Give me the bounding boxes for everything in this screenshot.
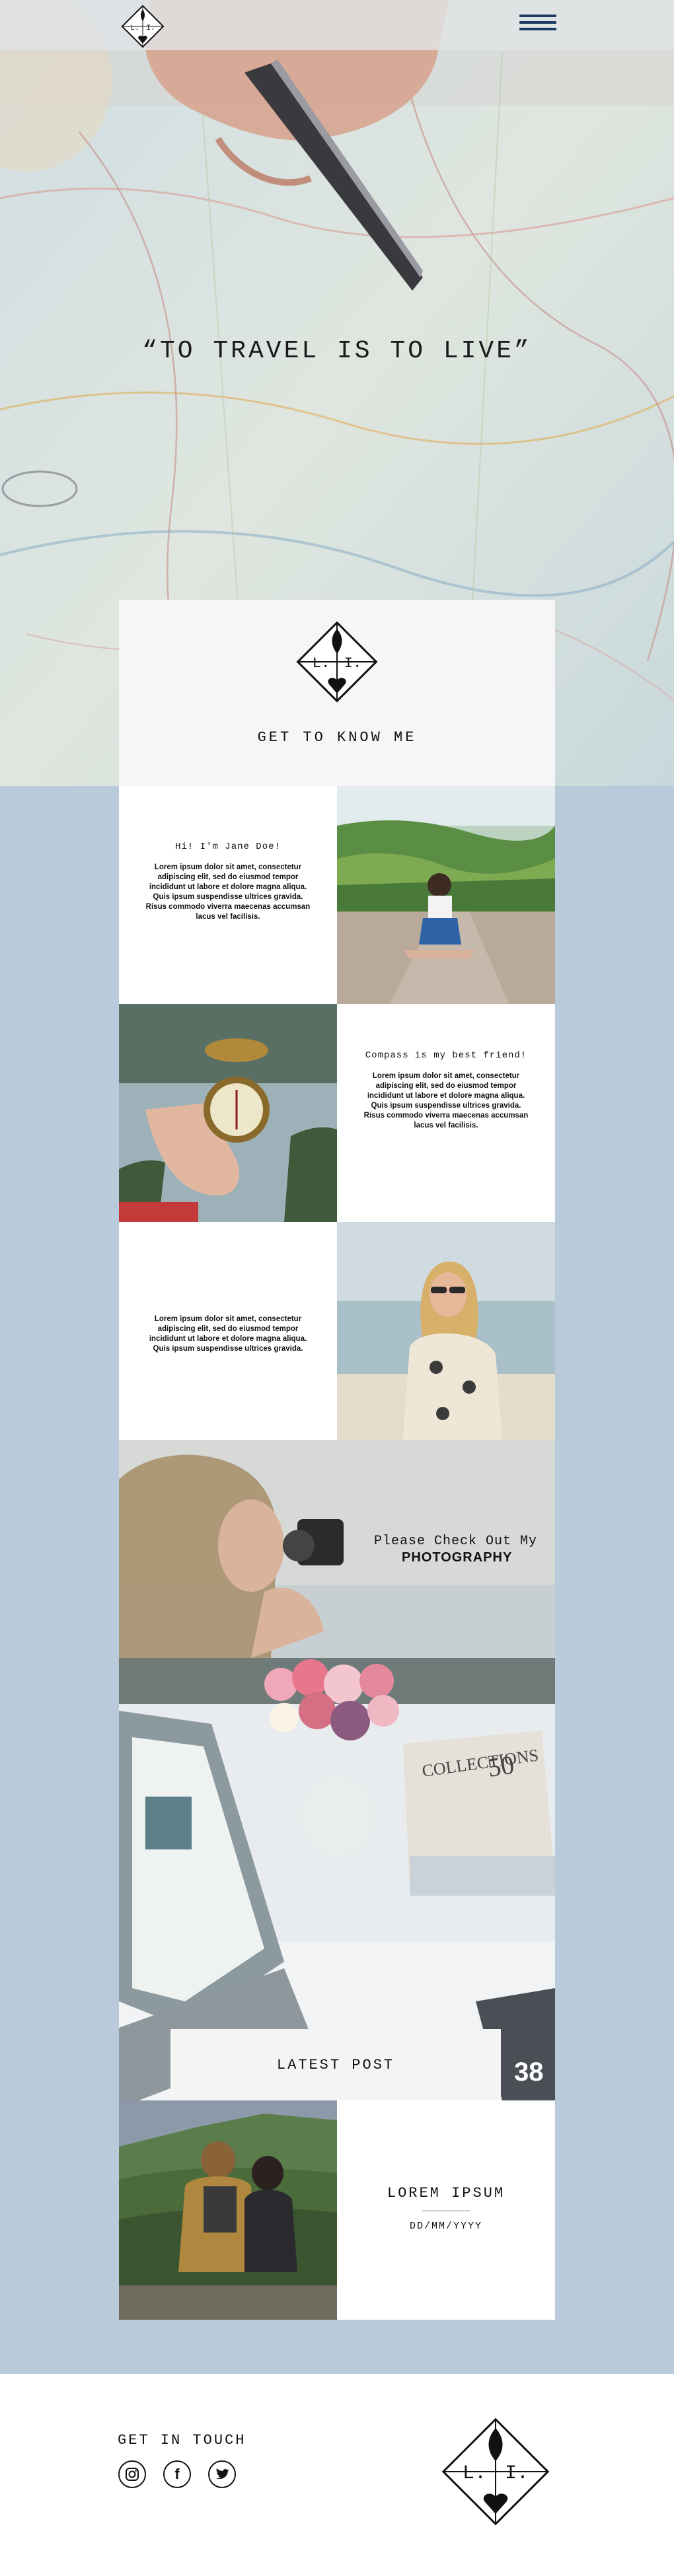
intro-card: L. I. GET TO KNOW ME bbox=[119, 600, 555, 786]
leaf-heart-logo-icon[interactable]: L. I. bbox=[119, 3, 167, 50]
svg-text:L.: L. bbox=[313, 655, 330, 672]
post-divider bbox=[422, 2210, 470, 2211]
photography-label[interactable]: Please Check Out My PHOTOGRAPHY bbox=[374, 1534, 537, 1565]
facebook-glyph: f bbox=[174, 2466, 180, 2482]
about-body-1: Lorem ipsum dolor sit amet, consectetur … bbox=[145, 863, 311, 921]
about-body-2: Lorem ipsum dolor sit amet, consectetur … bbox=[363, 1072, 529, 1129]
svg-text:I.: I. bbox=[146, 24, 155, 32]
about-body-3: Lorem ipsum dolor sit amet, consectetur … bbox=[149, 1315, 307, 1353]
latest-post-info[interactable]: LOREM IPSUM DD/MM/YYYY bbox=[337, 2100, 555, 2320]
about-text-block-1: Hi! I'm Jane Doe! Lorem ipsum dolor sit … bbox=[119, 786, 337, 1004]
photography-line-2: PHOTOGRAPHY bbox=[402, 1550, 513, 1565]
get-in-touch-title: GET IN TOUCH bbox=[118, 2432, 246, 2449]
twitter-icon[interactable] bbox=[207, 2460, 237, 2489]
hamburger-menu-icon[interactable] bbox=[519, 15, 556, 37]
svg-text:L.: L. bbox=[130, 24, 139, 32]
girl-on-road-photo bbox=[337, 786, 555, 1004]
top-navigation-bar: L. I. bbox=[0, 0, 674, 50]
photography-line-1: Please Check Out My bbox=[374, 1534, 538, 1549]
latest-post-button[interactable]: LATEST POST bbox=[170, 2029, 501, 2102]
hero-quote: “TO TRAVEL IS TO LIVE” bbox=[142, 337, 532, 365]
about-text-block-2: Compass is my best friend! Lorem ipsum d… bbox=[337, 1004, 555, 1222]
instagram-icon[interactable] bbox=[118, 2460, 147, 2489]
leaf-heart-logo-icon: L. I. bbox=[441, 2417, 550, 2526]
facebook-icon[interactable]: f bbox=[163, 2460, 192, 2489]
woman-at-beach-photo bbox=[337, 1222, 555, 1440]
compass-in-hand-photo bbox=[119, 1004, 337, 1222]
magazine-number: 50 bbox=[486, 1750, 516, 1783]
svg-text:I.: I. bbox=[344, 655, 361, 672]
phone-number: 38 bbox=[514, 2057, 544, 2087]
intro-title: GET TO KNOW ME bbox=[257, 729, 417, 746]
svg-text:I.: I. bbox=[505, 2462, 529, 2485]
about-heading-1: Hi! I'm Jane Doe! bbox=[175, 841, 281, 852]
couple-mountain-photo[interactable] bbox=[119, 2100, 337, 2320]
post-date: DD/MM/YYYY bbox=[409, 2221, 482, 2232]
about-text-block-3: Lorem ipsum dolor sit amet, consectetur … bbox=[119, 1222, 337, 1440]
post-title[interactable]: LOREM IPSUM bbox=[337, 2185, 555, 2201]
leaf-heart-logo-icon: L. I. bbox=[296, 621, 378, 703]
about-heading-2: Compass is my best friend! bbox=[365, 1050, 527, 1061]
footer: GET IN TOUCH f L. I. bbox=[0, 2374, 674, 2576]
svg-text:L.: L. bbox=[463, 2462, 486, 2485]
